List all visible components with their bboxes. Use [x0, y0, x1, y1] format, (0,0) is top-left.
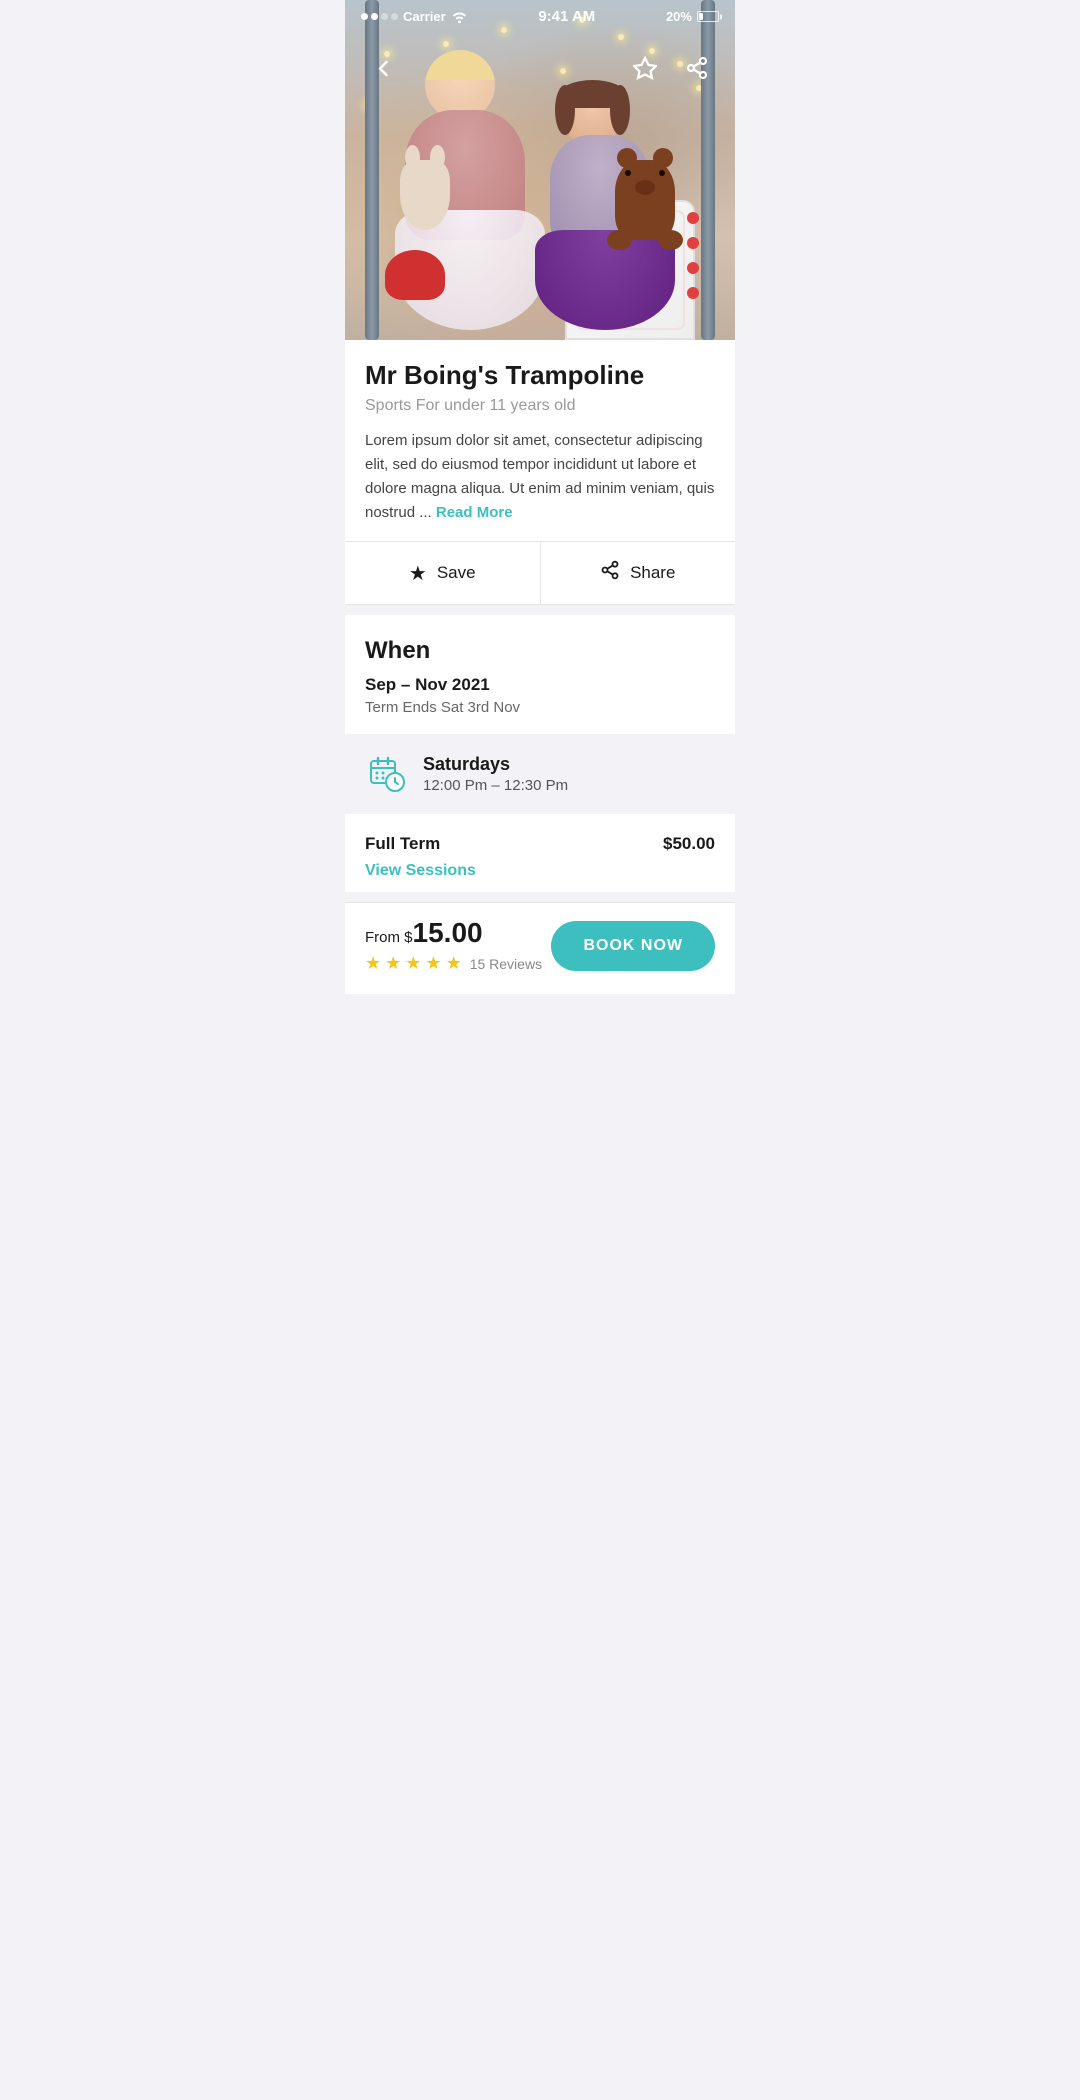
from-text: From $	[365, 929, 413, 946]
share-label: Share	[630, 563, 675, 583]
status-right: 20%	[666, 9, 719, 24]
heart-pillow	[385, 250, 445, 300]
signal-dots	[361, 13, 398, 20]
pricing-label: Full Term	[365, 834, 440, 854]
share-button[interactable]	[679, 50, 715, 86]
date-range: Sep – Nov 2021	[365, 675, 715, 695]
activity-title: Mr Boing's Trampoline	[365, 360, 715, 391]
save-button[interactable]: ★ Save	[345, 542, 541, 604]
book-now-button[interactable]: BOOK NOW	[551, 921, 715, 971]
share-icon	[685, 56, 709, 80]
save-star-icon: ★	[409, 561, 427, 586]
signal-dot-3	[381, 13, 388, 20]
read-more-link[interactable]: Read More	[436, 504, 513, 521]
section-separator-1	[345, 605, 735, 615]
battery-fill	[699, 13, 703, 20]
child-right	[535, 80, 675, 340]
pricing-row: Full Term $50.00	[365, 834, 715, 854]
bookmark-button[interactable]	[627, 50, 663, 86]
star-5: ★	[446, 953, 462, 974]
share-action-icon	[600, 560, 620, 586]
pricing-section: Full Term $50.00 View Sessions	[345, 814, 735, 892]
activity-subtitle: Sports For under 11 years old	[365, 397, 715, 415]
status-bar: Carrier 9:41 AM 20%	[345, 0, 735, 29]
carrier-label: Carrier	[403, 9, 446, 24]
battery-box	[697, 11, 719, 22]
battery-container	[697, 11, 719, 22]
bookmark-icon	[633, 56, 657, 80]
calendar-clock-icon	[368, 755, 406, 793]
pompom-1	[687, 212, 699, 224]
main-content: Mr Boing's Trampoline Sports For under 1…	[345, 340, 735, 994]
schedule-card: Saturdays 12:00 Pm – 12:30 Pm	[345, 734, 735, 814]
bottom-bar: From $15.00 ★ ★ ★ ★ ★ 15 Reviews BOOK NO…	[345, 902, 735, 994]
star-1: ★	[365, 953, 381, 974]
schedule-icon-wrap	[365, 752, 409, 796]
when-section: When Sep – Nov 2021 Term Ends Sat 3rd No…	[345, 615, 735, 734]
description-text: Lorem ipsum dolor sit amet, consectetur …	[365, 432, 714, 521]
pompom-4	[687, 287, 699, 299]
activity-description: Lorem ipsum dolor sit amet, consectetur …	[365, 429, 715, 525]
nav-right-actions	[627, 50, 715, 86]
signal-dot-2	[371, 13, 378, 20]
schedule-day: Saturdays	[423, 754, 568, 775]
share-action-button[interactable]: Share	[541, 542, 736, 604]
schedule-info: Saturdays 12:00 Pm – 12:30 Pm	[423, 754, 568, 794]
stars-row: ★ ★ ★ ★ ★ 15 Reviews	[365, 953, 542, 974]
price-amount: 15.00	[413, 917, 483, 948]
pompom-3	[687, 262, 699, 274]
price-from-section: From $15.00 ★ ★ ★ ★ ★ 15 Reviews	[365, 917, 542, 974]
save-label: Save	[437, 563, 476, 583]
pricing-amount: $50.00	[663, 834, 715, 854]
signal-dot-1	[361, 13, 368, 20]
status-time: 9:41 AM	[538, 8, 595, 25]
action-row: ★ Save Share	[345, 541, 735, 605]
term-ends: Term Ends Sat 3rd Nov	[365, 699, 715, 716]
star-3: ★	[405, 953, 421, 974]
status-left: Carrier	[361, 9, 468, 24]
when-heading: When	[365, 637, 715, 665]
pompom-2	[687, 237, 699, 249]
price-label-text: From $15.00	[365, 917, 542, 949]
back-button[interactable]	[365, 50, 401, 86]
schedule-time: 12:00 Pm – 12:30 Pm	[423, 777, 568, 794]
back-icon	[371, 56, 395, 80]
hero-image	[345, 0, 735, 340]
star-4: ★	[425, 953, 441, 974]
section-separator-2	[345, 892, 735, 902]
signal-dot-4	[391, 13, 398, 20]
title-section: Mr Boing's Trampoline Sports For under 1…	[345, 340, 735, 541]
reviews-count: 15 Reviews	[470, 956, 542, 972]
view-sessions-link[interactable]: View Sessions	[365, 862, 476, 880]
star-2: ★	[385, 953, 401, 974]
battery-percent: 20%	[666, 9, 692, 24]
wifi-icon	[451, 10, 468, 23]
